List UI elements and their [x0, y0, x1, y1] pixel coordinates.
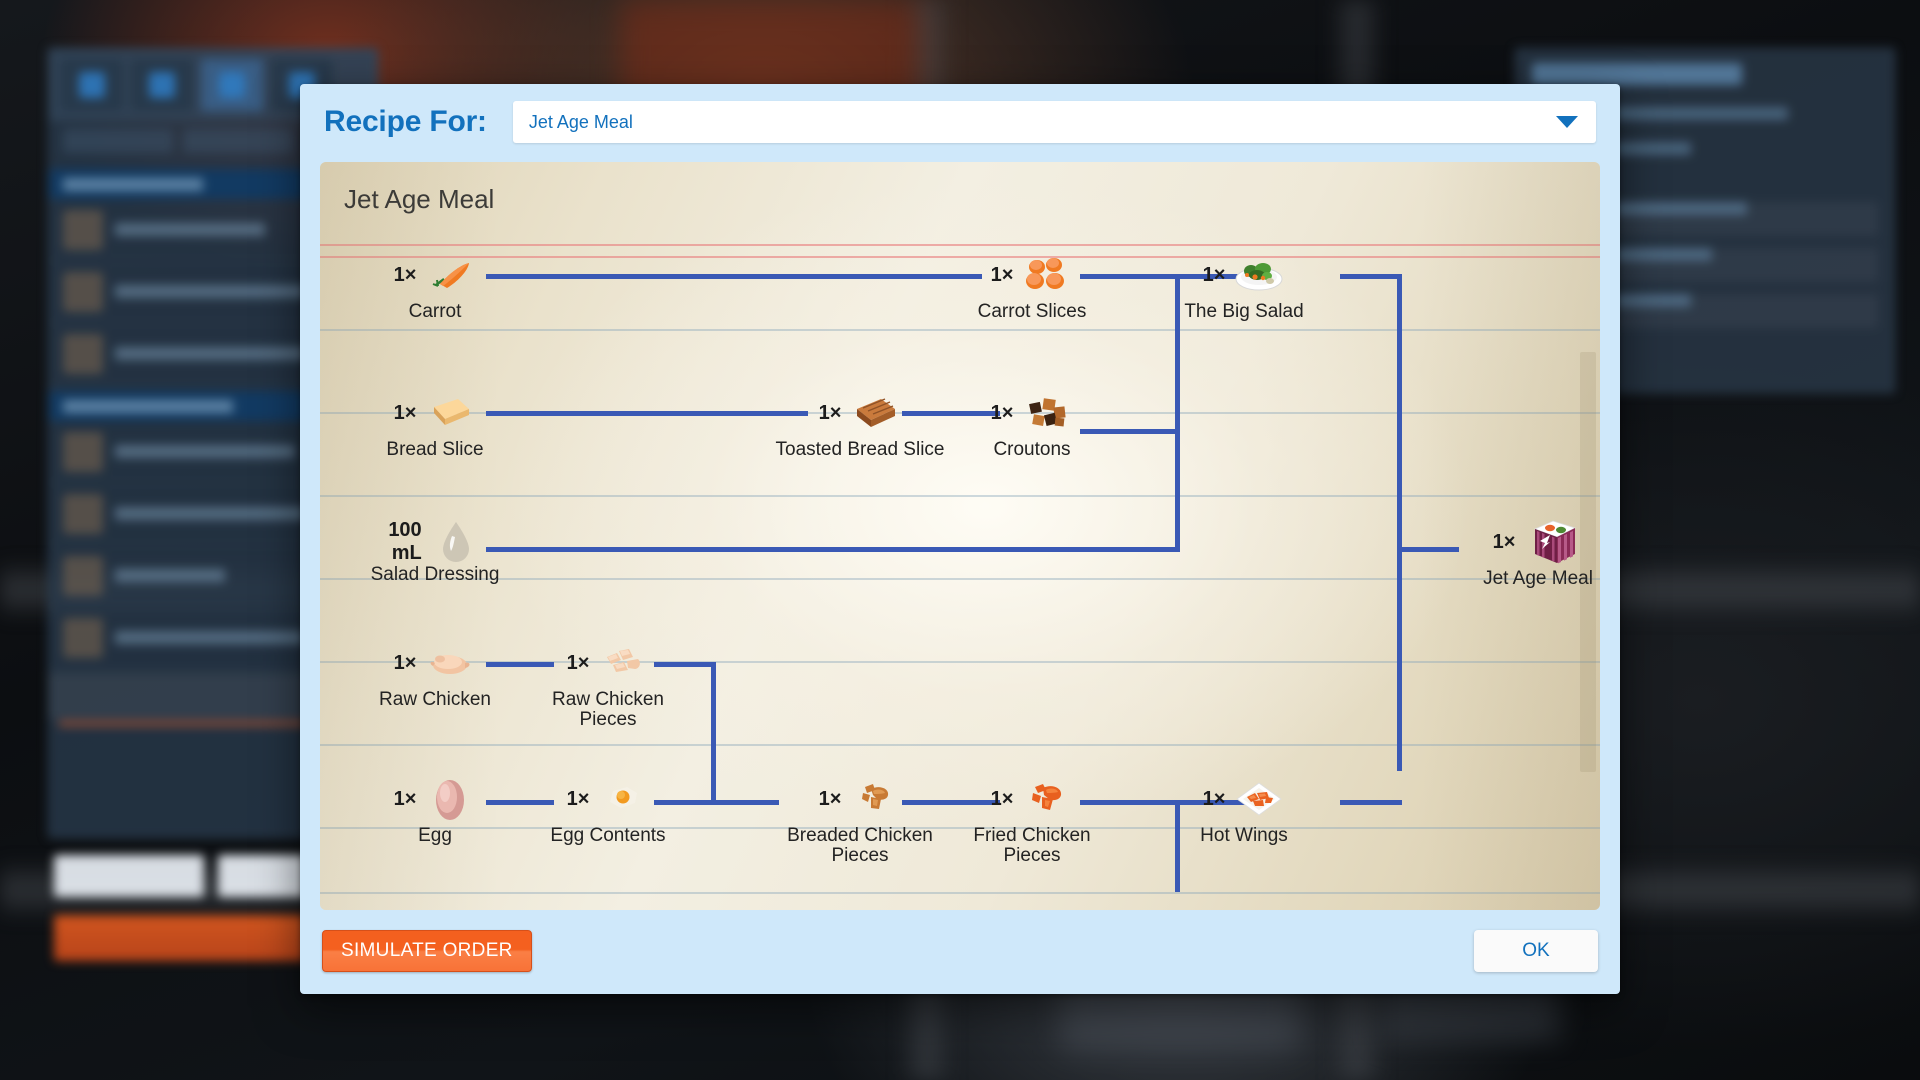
hot-wings-icon [1233, 775, 1285, 823]
node-salad-dressing[interactable]: 100 mL Salad Dressing [345, 517, 525, 585]
ok-button[interactable]: OK [1474, 930, 1598, 972]
node-label: Raw Chicken [379, 689, 491, 710]
node-croutons[interactable]: 1× Croutons [942, 388, 1122, 460]
node-egg[interactable]: 1× Egg [345, 774, 525, 846]
recipe-paper: Jet Age Meal 1× Carrot 1× Carrot Slices … [320, 162, 1600, 910]
carrot-icon [424, 251, 476, 299]
node-egg-contents[interactable]: 1× Egg Contents [518, 774, 698, 846]
node-qty: 1× [818, 787, 842, 810]
node-label: Breaded Chicken Pieces [787, 825, 933, 866]
recipe-select-dropdown[interactable]: Jet Age Meal [512, 101, 1596, 143]
recipe-select-value: Jet Age Meal [528, 111, 633, 132]
bread-slice-icon [424, 389, 476, 437]
node-the-big-salad[interactable]: 1× The Big Salad [1154, 250, 1334, 322]
node-qty: 1× [990, 401, 1014, 424]
node-label: Carrot Slices [977, 301, 1087, 322]
connector [486, 411, 808, 416]
node-qty: 1× [566, 787, 590, 810]
node-qty: 1× [566, 651, 590, 674]
node-qty: 1× [393, 263, 417, 286]
jet-age-meal-box-icon [1523, 513, 1583, 571]
node-label: Carrot [408, 301, 462, 322]
node-qty: 1× [990, 263, 1014, 286]
node-label: Jet Age Meal [1483, 568, 1593, 589]
node-toasted-bread-slice[interactable]: 1× Toasted Bread Slice [770, 388, 950, 460]
node-label: The Big Salad [1184, 301, 1304, 322]
node-label: Fried Chicken Pieces [973, 825, 1091, 866]
node-label: Raw Chicken Pieces [552, 689, 664, 730]
connector [711, 800, 779, 805]
node-hot-wings[interactable]: 1× Hot Wings [1154, 774, 1334, 846]
node-qty: 1× [1202, 787, 1226, 810]
egg-contents-icon [597, 775, 649, 823]
node-label: Egg [418, 825, 452, 846]
node-label: Hot Wings [1200, 825, 1288, 846]
raw-chicken-pieces-icon [597, 639, 649, 687]
dialog-title: Recipe For: [324, 105, 487, 138]
node-fried-chicken-pieces[interactable]: 1× Fried Chicken Pieces [942, 774, 1122, 866]
node-carrot[interactable]: 1× Carrot [345, 250, 525, 322]
node-bread-slice[interactable]: 1× Bread Slice [345, 388, 525, 460]
carrot-slices-icon [1021, 251, 1073, 299]
raw-chicken-icon [424, 639, 476, 687]
node-qty: 1× [393, 787, 417, 810]
droplet-icon [430, 518, 482, 566]
node-carrot-slices[interactable]: 1× Carrot Slices [942, 250, 1122, 322]
croutons-icon [1021, 389, 1073, 437]
node-qty: 1× [1202, 263, 1226, 286]
connector [486, 274, 982, 279]
connector [1340, 800, 1402, 805]
recipe-dialog: Recipe For: Jet Age Meal Jet Age Meal 1×… [300, 84, 1620, 994]
node-label: Salad Dressing [370, 564, 500, 585]
connector [486, 547, 1180, 552]
node-qty: 1× [1492, 530, 1516, 553]
connector [1175, 427, 1180, 552]
node-breaded-chicken-pieces[interactable]: 1× Breaded Chicken Pieces [770, 774, 950, 866]
salad-plate-icon [1233, 251, 1285, 299]
node-qty: 1× [393, 651, 417, 674]
connector [1397, 274, 1402, 771]
node-jet-age-meal[interactable]: 1× Jet Age Meal [1448, 517, 1600, 589]
node-qty: 1× [818, 401, 842, 424]
node-label: Croutons [993, 439, 1071, 460]
egg-icon [424, 775, 476, 823]
breaded-chicken-pieces-icon [849, 775, 901, 823]
node-qty: 100 mL [388, 519, 422, 564]
node-qty: 1× [990, 787, 1014, 810]
recipe-graph: 1× Carrot 1× Carrot Slices 1× The Big Sa… [320, 162, 1600, 910]
node-raw-chicken[interactable]: 1× Raw Chicken [345, 638, 525, 710]
connector [1340, 274, 1402, 279]
simulate-order-button[interactable]: SIMULATE ORDER [322, 930, 532, 972]
node-label: Toasted Bread Slice [775, 439, 945, 460]
fried-chicken-pieces-icon [1021, 775, 1073, 823]
node-label: Egg Contents [550, 825, 666, 846]
chevron-down-icon [1556, 116, 1578, 128]
toasted-bread-slice-icon [849, 389, 901, 437]
node-label: Bread Slice [386, 439, 484, 460]
node-raw-chicken-pieces[interactable]: 1× Raw Chicken Pieces [518, 638, 698, 730]
node-qty: 1× [393, 401, 417, 424]
dialog-header: Recipe For: Jet Age Meal [300, 84, 1620, 160]
connector [711, 662, 716, 802]
